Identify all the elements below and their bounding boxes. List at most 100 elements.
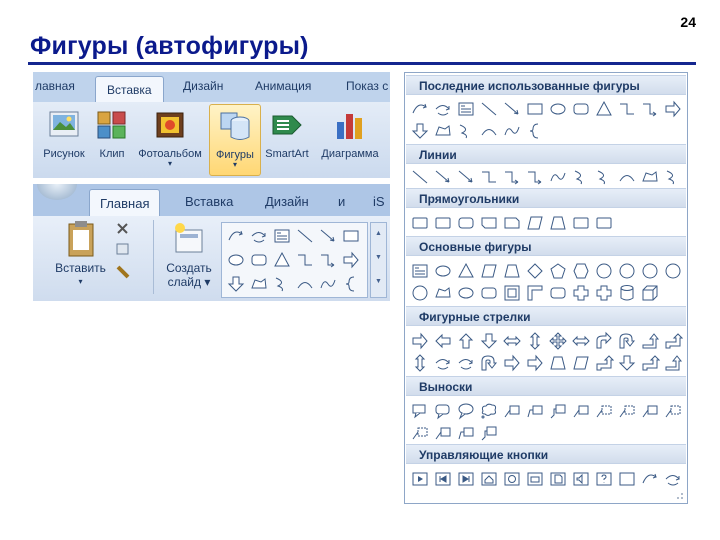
recent-shape[interactable] [432, 98, 454, 120]
basic-shape[interactable] [593, 282, 615, 304]
basic-shape[interactable] [432, 282, 454, 304]
line-shape[interactable] [662, 166, 684, 188]
recent-shape[interactable] [409, 98, 431, 120]
callout-shape[interactable] [455, 400, 477, 422]
tab-slideshow[interactable]: Показ с [346, 79, 388, 93]
basic-shape[interactable] [570, 282, 592, 304]
callout-shape[interactable] [616, 400, 638, 422]
line-shape[interactable] [455, 166, 477, 188]
block-arrow-shape[interactable] [501, 330, 523, 352]
basic-shape[interactable] [501, 282, 523, 304]
basic-shape[interactable] [570, 260, 592, 282]
recent-shape[interactable] [501, 98, 523, 120]
resize-grip-icon[interactable] [676, 492, 684, 500]
tab-home[interactable]: лавная [35, 79, 75, 93]
recent-shape[interactable] [570, 98, 592, 120]
recent-shape[interactable] [455, 120, 477, 142]
quick-shape[interactable] [248, 273, 270, 295]
recent-shape[interactable] [455, 98, 477, 120]
quick-shape[interactable] [248, 225, 270, 247]
gallery-scrollbar[interactable]: ▲ ▼ ▼ [370, 222, 387, 298]
quick-shape[interactable] [248, 249, 270, 271]
basic-shape[interactable] [616, 282, 638, 304]
line-shape[interactable] [639, 166, 661, 188]
quick-shape[interactable] [294, 273, 316, 295]
chart-button[interactable]: Диаграмма [315, 104, 385, 174]
line-shape[interactable] [524, 166, 546, 188]
recent-shape[interactable] [639, 98, 661, 120]
smartart-button[interactable]: SmartArt [261, 104, 313, 174]
recent-shape[interactable] [616, 98, 638, 120]
block-arrow-shape[interactable] [409, 330, 431, 352]
tab-partial-2[interactable]: iS [373, 194, 385, 209]
line-shape[interactable] [478, 166, 500, 188]
callout-shape[interactable] [547, 400, 569, 422]
block-arrow-shape[interactable] [570, 330, 592, 352]
quick-shape[interactable] [340, 225, 362, 247]
block-arrow-shape[interactable] [662, 352, 684, 374]
basic-shape[interactable] [524, 282, 546, 304]
quick-shape[interactable] [225, 273, 247, 295]
tab-design[interactable]: Дизайн [183, 79, 223, 93]
rectangle-shape[interactable] [501, 212, 523, 234]
action-button[interactable] [432, 468, 454, 490]
basic-shape[interactable] [639, 260, 661, 282]
block-arrow-shape[interactable] [593, 330, 615, 352]
recent-shape[interactable] [662, 98, 684, 120]
scroll-up-button[interactable]: ▲ [372, 223, 385, 245]
quick-shape[interactable] [294, 225, 316, 247]
shapes-button[interactable]: Фигуры ▾ [209, 104, 261, 176]
basic-shape[interactable] [639, 282, 661, 304]
recent-shape[interactable] [409, 120, 431, 142]
action-button[interactable] [409, 468, 431, 490]
callout-shape[interactable] [639, 400, 661, 422]
line-shape[interactable] [501, 166, 523, 188]
rectangle-shape[interactable] [455, 212, 477, 234]
rectangle-shape[interactable] [570, 212, 592, 234]
block-arrow-shape[interactable] [547, 330, 569, 352]
block-arrow-shape[interactable] [478, 352, 500, 374]
block-arrow-shape[interactable] [570, 352, 592, 374]
block-arrow-shape[interactable] [639, 330, 661, 352]
block-arrow-shape[interactable] [616, 330, 638, 352]
tab-insert-2[interactable]: Вставка [185, 194, 233, 209]
picture-button[interactable]: Рисунок [37, 104, 91, 174]
action-button[interactable] [478, 468, 500, 490]
callout-shape[interactable] [455, 422, 477, 444]
quick-shape[interactable] [271, 249, 293, 271]
quick-shape[interactable] [317, 273, 339, 295]
recent-shape[interactable] [432, 120, 454, 142]
tab-insert[interactable]: Вставка [95, 76, 164, 103]
rectangle-shape[interactable] [409, 212, 431, 234]
basic-shape[interactable] [547, 282, 569, 304]
basic-shape[interactable] [593, 260, 615, 282]
paste-button[interactable]: Вставить ▾ [43, 220, 118, 289]
block-arrow-shape[interactable] [524, 330, 546, 352]
line-shape[interactable] [616, 166, 638, 188]
block-arrow-shape[interactable] [593, 352, 615, 374]
block-arrow-shape[interactable] [478, 330, 500, 352]
action-button[interactable] [524, 468, 546, 490]
rectangle-shape[interactable] [432, 212, 454, 234]
action-button[interactable] [616, 468, 638, 490]
tab-design-2[interactable]: Дизайн [265, 194, 309, 209]
line-shape[interactable] [593, 166, 615, 188]
action-button[interactable] [570, 468, 592, 490]
rectangle-shape[interactable] [547, 212, 569, 234]
basic-shape[interactable] [432, 260, 454, 282]
recent-shape[interactable] [478, 120, 500, 142]
rectangle-shape[interactable] [524, 212, 546, 234]
block-arrow-shape[interactable] [432, 352, 454, 374]
photo-album-button[interactable]: Фотоальбом ▾ [133, 104, 207, 174]
callout-shape[interactable] [409, 422, 431, 444]
callout-shape[interactable] [501, 400, 523, 422]
basic-shape[interactable] [501, 260, 523, 282]
basic-shape[interactable] [547, 260, 569, 282]
basic-shape[interactable] [478, 260, 500, 282]
basic-shape[interactable] [616, 260, 638, 282]
basic-shape[interactable] [455, 282, 477, 304]
quick-shape[interactable] [294, 249, 316, 271]
block-arrow-shape[interactable] [409, 352, 431, 374]
callout-shape[interactable] [662, 400, 684, 422]
callout-shape[interactable] [409, 400, 431, 422]
